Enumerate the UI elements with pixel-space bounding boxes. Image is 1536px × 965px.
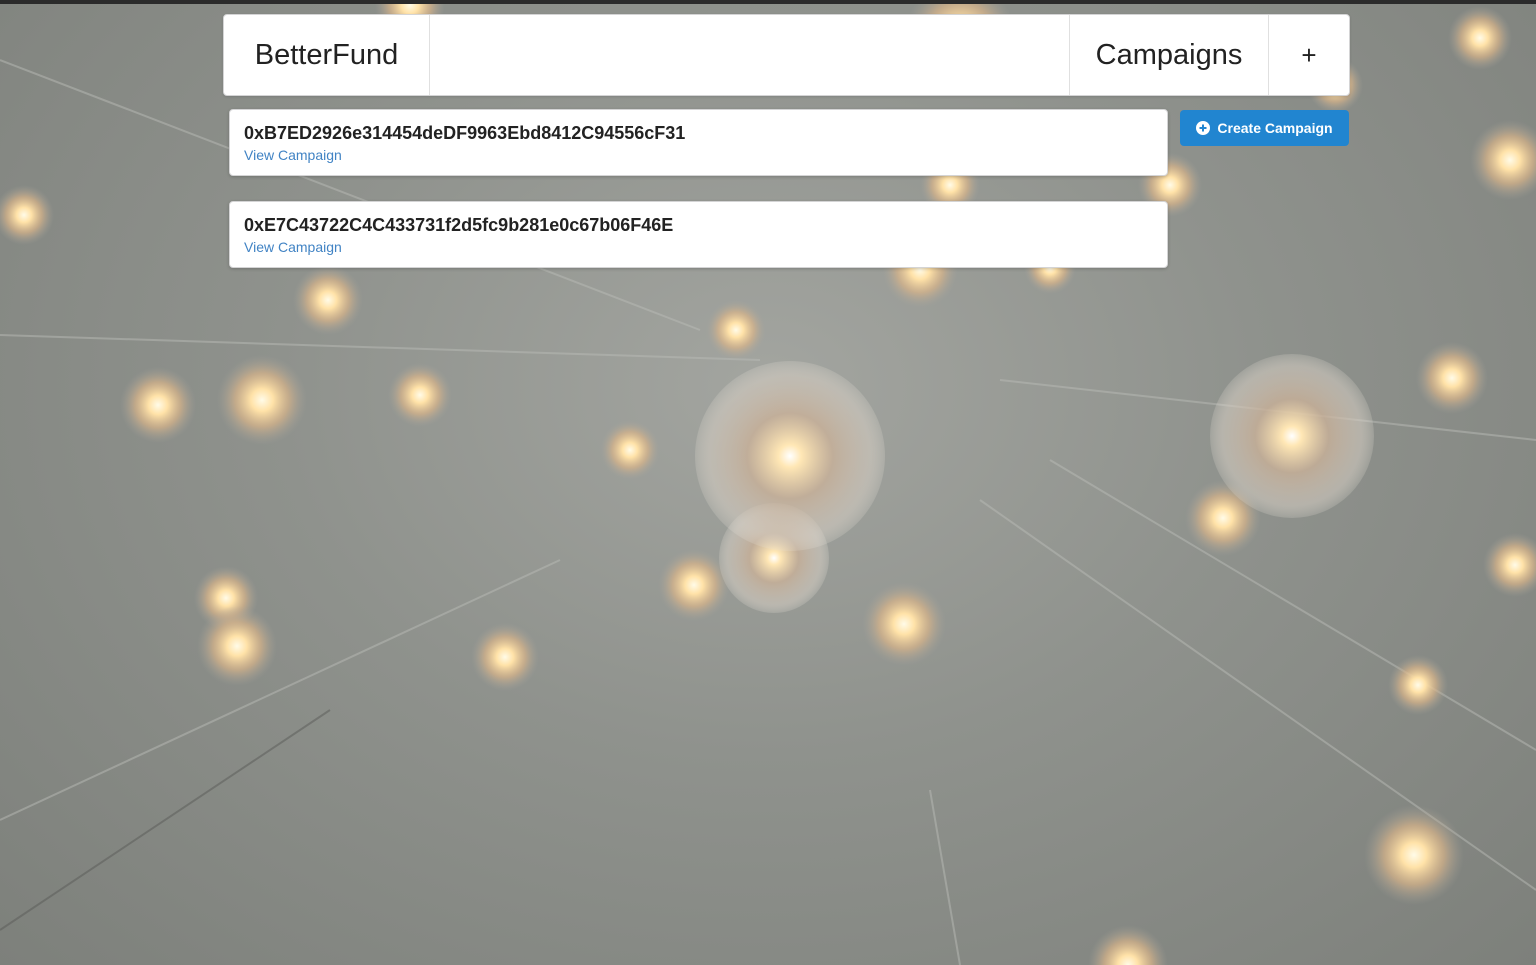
create-campaign-button[interactable]: Create Campaign	[1180, 110, 1349, 146]
campaign-card: 0xE7C43722C4C433731f2d5fc9b281e0c67b06F4…	[229, 201, 1168, 268]
create-campaign-label: Create Campaign	[1217, 120, 1333, 136]
view-campaign-link[interactable]: View Campaign	[244, 238, 342, 256]
campaign-address: 0xE7C43722C4C433731f2d5fc9b281e0c67b06F4…	[244, 215, 674, 235]
top-strip	[0, 0, 1536, 4]
add-campaign-link[interactable]: +	[1268, 15, 1349, 95]
brand-link[interactable]: BetterFund	[224, 15, 430, 95]
view-campaign-link[interactable]: View Campaign	[244, 146, 342, 164]
menu-spacer	[430, 15, 1069, 95]
add-circle-icon	[1196, 121, 1211, 135]
campaigns-link[interactable]: Campaigns	[1069, 15, 1268, 95]
campaign-card: 0xB7ED2926e314454deDF9963Ebd8412C94556cF…	[229, 109, 1168, 176]
campaign-address: 0xB7ED2926e314454deDF9963Ebd8412C94556cF…	[244, 123, 686, 143]
top-menu: BetterFund Campaigns +	[223, 14, 1350, 96]
